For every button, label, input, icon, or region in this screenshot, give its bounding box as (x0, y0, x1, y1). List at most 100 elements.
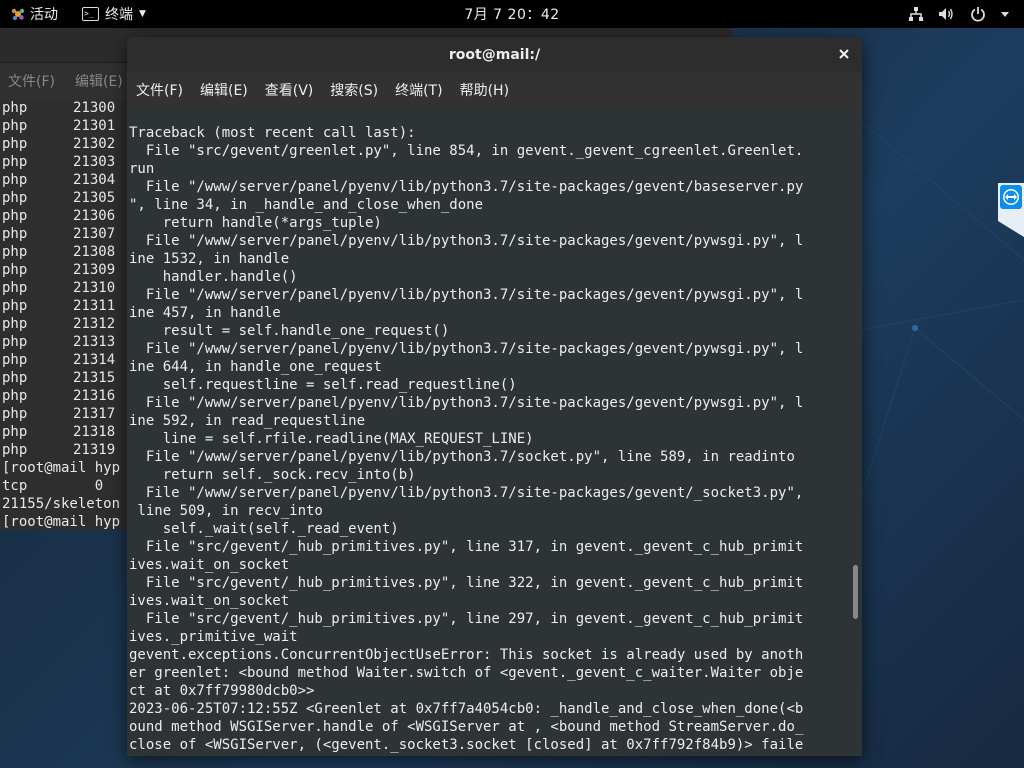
process-pid: 21306 (73, 208, 116, 224)
process-pid: 21319 (73, 442, 116, 458)
terminal-line: ine 592, in read_requestline (129, 413, 366, 429)
teamviewer-icon (998, 183, 1024, 237)
process-pid: 21313 (73, 334, 116, 350)
terminal-line: line = self.rfile.readline(MAX_REQUEST_L… (129, 431, 534, 447)
process-name: php (2, 244, 28, 260)
process-pid: 21307 (73, 226, 116, 242)
terminal-line: self._wait(self._read_event) (129, 521, 399, 537)
terminal-window[interactable]: root@mail:/ 文件(F) 编辑(E) 查看(V) 搜索(S) 终端(T… (127, 37, 862, 756)
process-pid: 21318 (73, 424, 116, 440)
terminal-line: ound method WSGIServer.handle of <WSGISe… (129, 719, 804, 735)
terminal-line: File "src/gevent/greenlet.py", line 854,… (129, 143, 804, 159)
close-button[interactable] (836, 46, 852, 62)
terminal-line: close of <WSGIServer, (<gevent._socket3.… (129, 737, 804, 753)
process-pid: 21315 (73, 370, 116, 386)
terminal-line: ives.wait_on_socket (129, 557, 290, 573)
terminal-output[interactable]: Traceback (most recent call last): File … (127, 108, 849, 756)
terminal-line: File "/www/server/panel/pyenv/lib/python… (129, 179, 804, 195)
process-name: php (2, 280, 28, 296)
terminal-line: Traceback (most recent call last): (129, 125, 416, 141)
process-name: php (2, 100, 28, 116)
menu-view[interactable]: 查看(V) (265, 80, 314, 100)
clock[interactable]: 7月 7 20：42 (464, 4, 559, 24)
process-name: php (2, 226, 28, 242)
terminal-line: File "src/gevent/_hub_primitives.py", li… (129, 611, 804, 627)
clock-area: 7月 7 20：42 (0, 0, 1024, 28)
process-name: php (2, 442, 28, 458)
window-title: root@mail:/ (448, 46, 541, 63)
terminal-scrollbar[interactable] (849, 108, 862, 756)
terminal-line: ine 644, in handle_one_request (129, 359, 382, 375)
process-pid: 21308 (73, 244, 116, 260)
terminal-line: result = self.handle_one_request() (129, 323, 450, 339)
process-name: php (2, 388, 28, 404)
process-pid: 21312 (73, 316, 116, 332)
process-pid: 21309 (73, 262, 116, 278)
terminal-titlebar[interactable]: root@mail:/ (127, 37, 862, 72)
terminal-line: return handle(*args_tuple) (129, 215, 382, 231)
process-pid: 21310 (73, 280, 116, 296)
terminal-menubar: 文件(F) 编辑(E) 查看(V) 搜索(S) 终端(T) 帮助(H) (127, 72, 862, 108)
activities-button[interactable]: 活动 (10, 0, 58, 28)
top-bar: 活动 >_ 终端 ▼ 7月 7 20：42 (0, 0, 1024, 28)
menu-file[interactable]: 文件(F) (136, 80, 183, 100)
process-name: php (2, 118, 28, 134)
process-name: php (2, 334, 28, 350)
terminal-line: File "/www/server/panel/pyenv/lib/python… (129, 395, 804, 411)
terminal-line: File "/www/server/panel/pyenv/lib/python… (129, 341, 804, 357)
bg-menu-file[interactable]: 文件(F) (8, 71, 55, 91)
terminal-line: ives._primitive_wait (129, 629, 298, 645)
process-name: php (2, 262, 28, 278)
terminal-line: line 509, in recv_into (129, 503, 323, 519)
process-pid: 21301 (73, 118, 116, 134)
scrollbar-thumb[interactable] (853, 565, 858, 619)
terminal-line: 2023-06-25T07:12:55Z <Greenlet at 0x7ff7… (129, 701, 804, 717)
process-name: php (2, 352, 28, 368)
process-name: php (2, 424, 28, 440)
terminal-line: ine 1532, in handle (129, 251, 290, 267)
terminal-line: File "src/gevent/_hub_primitives.py", li… (129, 539, 804, 555)
menu-edit[interactable]: 编辑(E) (200, 80, 248, 100)
terminal-line: er greenlet: <bound method Waiter.switch… (129, 665, 804, 681)
terminal-line: self.requestline = self.read_requestline… (129, 377, 517, 393)
terminal-line: ", line 34, in _handle_and_close_when_do… (129, 197, 484, 213)
teamviewer-tab[interactable] (998, 183, 1024, 237)
process-pid: 21300 (73, 100, 116, 116)
process-name: php (2, 298, 28, 314)
process-name: php (2, 316, 28, 332)
process-pid: 21314 (73, 352, 116, 368)
menu-terminal[interactable]: 终端(T) (395, 80, 442, 100)
terminal-line: ives.wait_on_socket (129, 593, 290, 609)
bg-menu-edit[interactable]: 编辑(E) (75, 71, 123, 91)
process-pid: 21317 (73, 406, 116, 422)
fedora-logo-icon (11, 8, 25, 21)
process-name: php (2, 136, 28, 152)
process-pid: 21316 (73, 388, 116, 404)
close-icon (839, 49, 849, 59)
terminal-icon: >_ (82, 7, 99, 21)
volume-icon (939, 8, 953, 20)
process-name: php (2, 406, 28, 422)
terminal-line: File "/www/server/panel/pyenv/lib/python… (129, 449, 795, 465)
system-tray[interactable] (894, 0, 1010, 28)
terminal-line: return self._sock.recv_into(b) (129, 467, 416, 483)
process-pid: 21304 (73, 172, 116, 188)
process-name: php (2, 172, 28, 188)
terminal-line: File "src/gevent/_hub_primitives.py", li… (129, 575, 804, 591)
activities-label: 活动 (30, 7, 58, 23)
system-menu-caret-icon (1001, 12, 1009, 17)
power-icon (971, 7, 985, 22)
process-pid: 21311 (73, 298, 116, 314)
terminal-line: handler.handle() (129, 269, 298, 285)
process-name: php (2, 190, 28, 206)
process-name: php (2, 154, 28, 170)
menu-search[interactable]: 搜索(S) (330, 80, 378, 100)
terminal-line: ct at 0x7ff79980dcb0>> (129, 683, 315, 699)
menu-help[interactable]: 帮助(H) (460, 80, 509, 100)
terminal-line: ine 457, in handle (129, 305, 281, 321)
chevron-down-icon: ▼ (139, 9, 146, 19)
app-menu-label: 终端 (105, 7, 133, 23)
app-menu-terminal[interactable]: >_ 终端 ▼ (82, 0, 146, 28)
terminal-line: File "/www/server/panel/pyenv/lib/python… (129, 485, 804, 501)
process-pid: 21302 (73, 136, 116, 152)
